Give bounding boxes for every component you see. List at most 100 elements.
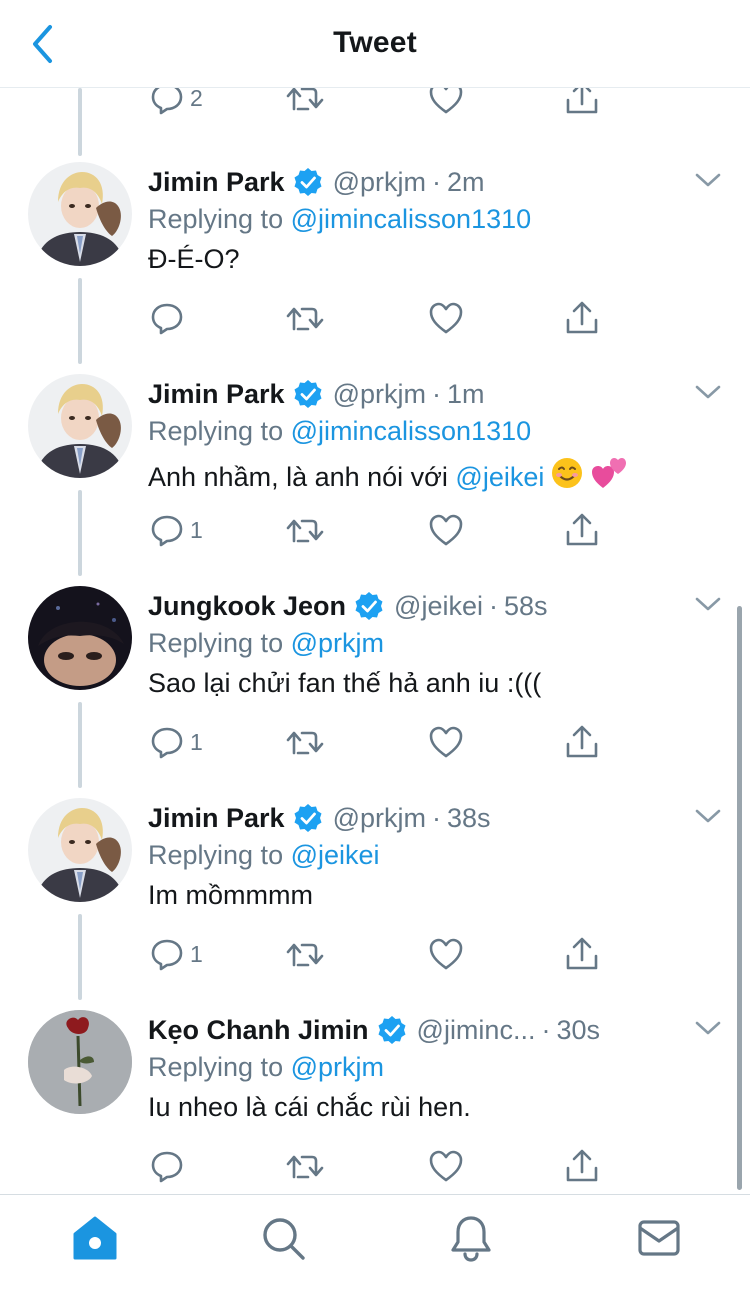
- scrollbar[interactable]: [737, 606, 742, 1190]
- username[interactable]: @prkjm: [333, 167, 426, 198]
- share-icon: [566, 725, 598, 758]
- tweet[interactable]: Jimin Park @prkjm · 2m Replying to @jimincal…: [0, 150, 750, 362]
- reply-button[interactable]: [150, 1146, 190, 1186]
- replying-to: Replying to @jimincalisson1310: [148, 416, 531, 447]
- tweet-body: Đ-É-O?: [148, 244, 240, 275]
- avatar[interactable]: [28, 374, 132, 478]
- two-hearts-emoji: [592, 458, 627, 488]
- tweet-actions: 1: [150, 510, 630, 550]
- like-button[interactable]: [428, 934, 464, 974]
- heart-icon: [429, 726, 463, 758]
- reply-button[interactable]: 1: [150, 510, 203, 550]
- replying-to-mention[interactable]: @jimincalisson1310: [291, 204, 532, 234]
- replying-to-label: Replying to: [148, 204, 284, 234]
- verified-badge-icon: [355, 592, 383, 620]
- share-button[interactable]: [564, 934, 600, 974]
- tweet-actions: 1: [150, 722, 630, 762]
- reply-icon: [151, 939, 183, 971]
- timestamp[interactable]: 2m: [447, 167, 485, 198]
- share-icon: [566, 1149, 598, 1182]
- smiling-face-emoji: [552, 458, 583, 488]
- tweet-body: Iu nheo là cái chắc rùi hen.: [148, 1092, 471, 1123]
- username[interactable]: @prkjm: [333, 803, 426, 834]
- display-name[interactable]: Jimin Park: [148, 379, 285, 410]
- username[interactable]: @jiminc...: [417, 1015, 536, 1046]
- avatar[interactable]: [28, 1010, 132, 1114]
- replying-to: Replying to @prkjm: [148, 628, 384, 659]
- retweet-button[interactable]: [286, 722, 324, 762]
- share-button[interactable]: [564, 510, 600, 550]
- replying-to-mention[interactable]: @jimincalisson1310: [291, 416, 532, 446]
- tab-notifications[interactable]: [446, 1213, 496, 1263]
- retweet-button[interactable]: [286, 298, 324, 338]
- heart-icon: [429, 938, 463, 970]
- chevron-down-icon[interactable]: [694, 382, 722, 402]
- timestamp[interactable]: 58s: [504, 591, 548, 622]
- display-name[interactable]: Jimin Park: [148, 167, 285, 198]
- heart-icon: [429, 1150, 463, 1182]
- chevron-down-icon[interactable]: [694, 594, 722, 614]
- reply-count: 2: [190, 84, 203, 111]
- reply-button[interactable]: [150, 298, 190, 338]
- username[interactable]: @prkjm: [333, 379, 426, 410]
- replying-to-mention[interactable]: @jeikei: [291, 840, 380, 870]
- like-button[interactable]: [428, 722, 464, 762]
- retweet-button[interactable]: [286, 934, 324, 974]
- tab-search[interactable]: [258, 1213, 308, 1263]
- replying-to-mention[interactable]: @prkjm: [291, 1052, 384, 1082]
- tab-messages[interactable]: [634, 1213, 684, 1263]
- tweet-header: Jimin Park @prkjm · 38s: [148, 800, 688, 836]
- like-button[interactable]: [428, 510, 464, 550]
- replying-to: Replying to @prkjm: [148, 1052, 384, 1083]
- timestamp[interactable]: 1m: [447, 379, 485, 410]
- chevron-down-icon[interactable]: [694, 806, 722, 826]
- tweet-actions: [150, 298, 630, 338]
- reply-count: 1: [190, 728, 203, 755]
- tweet-header: Kẹo Chanh Jimin @jiminc... · 30s: [148, 1012, 688, 1048]
- heart-icon: [429, 514, 463, 546]
- tweet-body: Anh nhầm, là anh nói với @jeikei: [148, 456, 628, 493]
- display-name[interactable]: Jungkook Jeon: [148, 591, 346, 622]
- retweet-button[interactable]: [286, 1146, 324, 1186]
- thread-line: [78, 88, 82, 156]
- avatar[interactable]: [28, 586, 132, 690]
- tweet-text: Im mồmmmm: [148, 880, 313, 910]
- tweet[interactable]: Jimin Park @prkjm · 38s Replying to @jeikei I…: [0, 786, 750, 998]
- display-name[interactable]: Kẹo Chanh Jimin: [148, 1015, 369, 1046]
- reply-button[interactable]: 1: [150, 722, 203, 762]
- username[interactable]: @jeikei: [394, 591, 483, 622]
- tweet-actions: 1: [150, 934, 630, 974]
- share-button[interactable]: [564, 1146, 600, 1186]
- tweet[interactable]: Kẹo Chanh Jimin @jiminc... · 30s Replying to…: [0, 998, 750, 1210]
- verified-badge-icon: [294, 380, 322, 408]
- retweet-button[interactable]: [286, 510, 324, 550]
- verified-badge-icon: [294, 804, 322, 832]
- timestamp[interactable]: 30s: [556, 1015, 600, 1046]
- chevron-down-icon[interactable]: [694, 1018, 722, 1038]
- like-button[interactable]: [428, 298, 464, 338]
- replying-to-mention[interactable]: @prkjm: [291, 628, 384, 658]
- avatar[interactable]: [28, 162, 132, 266]
- share-icon: [566, 301, 598, 334]
- tab-home[interactable]: [70, 1213, 120, 1263]
- like-button[interactable]: [428, 1146, 464, 1186]
- tweet[interactable]: Jimin Park @prkjm · 1m Replying to @jimincal…: [0, 362, 750, 574]
- reply-button[interactable]: 1: [150, 934, 203, 974]
- share-button[interactable]: [564, 298, 600, 338]
- display-name[interactable]: Jimin Park: [148, 803, 285, 834]
- avatar[interactable]: [28, 798, 132, 902]
- replying-to-label: Replying to: [148, 1052, 284, 1082]
- chevron-down-icon[interactable]: [694, 170, 722, 190]
- share-button[interactable]: [564, 722, 600, 762]
- verified-badge-icon: [378, 1016, 406, 1044]
- tweet[interactable]: Jungkook Jeon @jeikei · 58s Replying to @prk…: [0, 574, 750, 786]
- reply-count: 1: [190, 940, 203, 967]
- retweet-icon: [286, 1155, 324, 1179]
- notifications-icon: [451, 1216, 491, 1262]
- retweet-icon: [286, 731, 324, 755]
- mention-link[interactable]: @jeikei: [455, 462, 544, 492]
- verified-badge-icon: [294, 168, 322, 196]
- share-icon: [566, 937, 598, 970]
- timestamp[interactable]: 38s: [447, 803, 491, 834]
- tweet-text: Sao lại chửi fan thế hả anh iu :(((: [148, 668, 542, 698]
